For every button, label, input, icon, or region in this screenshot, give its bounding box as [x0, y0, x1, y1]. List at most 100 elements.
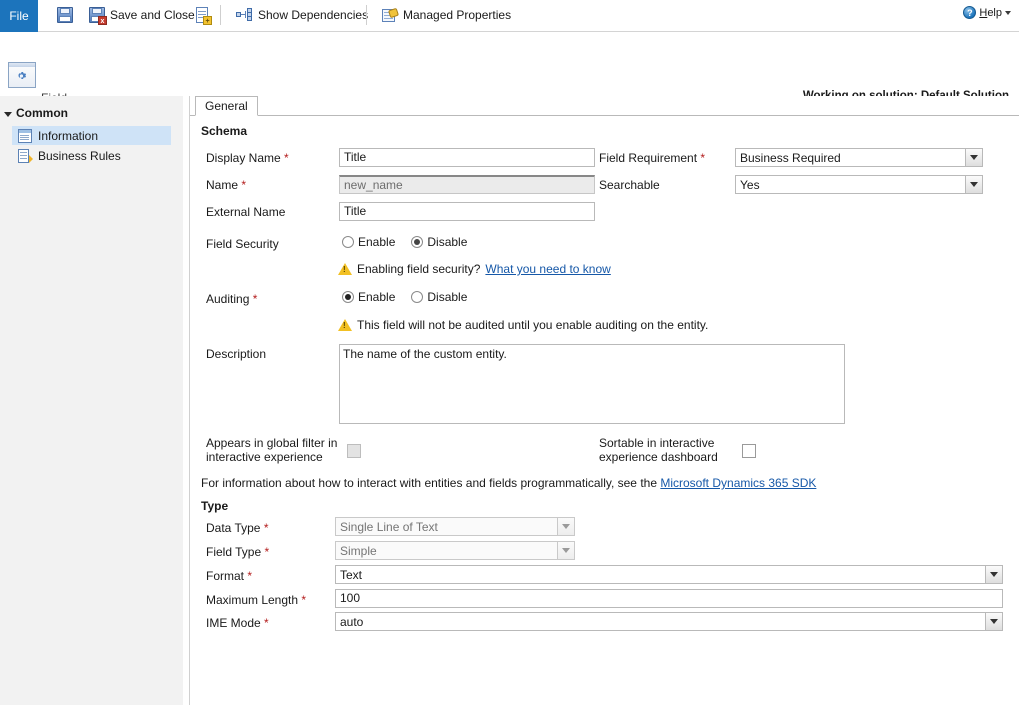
field-security-enable-option[interactable]: Enable — [342, 235, 395, 249]
managed-properties-button[interactable]: Managed Properties — [377, 0, 516, 30]
field-type-label: Field Type * — [206, 545, 270, 559]
auditing-label: Auditing * — [206, 292, 258, 306]
auditing-enable-option[interactable]: Enable — [342, 290, 395, 304]
description-label: Description — [206, 347, 267, 361]
managed-properties-label: Managed Properties — [403, 8, 512, 22]
name-input: new_name — [339, 175, 595, 194]
searchable-select[interactable]: Yes — [735, 175, 983, 194]
sidebar-group-common[interactable]: Common — [4, 106, 68, 120]
field-security-disable-option[interactable]: Disable — [411, 235, 467, 249]
required-asterisk: * — [697, 151, 706, 165]
save-and-close-icon: x — [89, 7, 107, 25]
schema-section-title: Schema — [201, 124, 248, 138]
toolbar-separator-1 — [220, 5, 221, 25]
data-type-label: Data Type * — [206, 521, 269, 535]
file-tab-label: File — [9, 9, 29, 23]
field-type-select: Simple — [335, 541, 575, 560]
show-dependencies-label: Show Dependencies — [258, 8, 369, 22]
required-asterisk: * — [249, 292, 258, 306]
auditing-warning: This field will not be audited until you… — [338, 318, 708, 332]
maximum-length-label: Maximum Length * — [206, 593, 307, 607]
dropdown-arrow-icon — [557, 542, 574, 559]
external-name-label: External Name — [206, 205, 286, 219]
tab-label: General — [205, 99, 248, 113]
sortable-checkbox[interactable] — [742, 444, 756, 458]
help-icon: ? — [963, 6, 977, 19]
field-security-warning-text: Enabling field security? — [357, 262, 481, 276]
radio-icon — [411, 236, 424, 248]
field-security-enable-label: Enable — [358, 235, 396, 249]
sdk-note-text: For information about how to interact wi… — [201, 476, 657, 490]
auditing-warning-text: This field will not be audited until you… — [357, 318, 709, 332]
tab-general[interactable]: General — [195, 96, 258, 116]
format-label: Format * — [206, 569, 253, 583]
auditing-enable-label: Enable — [358, 290, 396, 304]
ime-mode-select[interactable]: auto — [335, 612, 1003, 631]
sidebar-item-label: Business Rules — [38, 148, 121, 163]
radio-icon — [342, 291, 354, 303]
warning-icon — [338, 319, 352, 331]
type-section-title: Type — [201, 499, 229, 513]
required-asterisk: * — [298, 593, 307, 607]
dropdown-arrow-icon — [965, 149, 982, 166]
external-name-input[interactable]: Title — [339, 202, 595, 221]
save-and-close-button[interactable]: x Save and Close — [84, 0, 200, 30]
help-label: Help — [979, 6, 1002, 19]
required-asterisk: * — [238, 178, 247, 192]
page-header: Field Name of Ticket Working on solution… — [0, 33, 1019, 124]
data-type-value: Single Line of Text — [340, 519, 438, 534]
tabstrip: General — [190, 96, 1019, 116]
global-filter-label: Appears in global filter in interactive … — [206, 436, 338, 464]
ime-mode-value: auto — [340, 614, 364, 629]
managed-properties-icon — [382, 7, 400, 23]
information-icon — [18, 128, 32, 143]
field-type-value: Simple — [340, 543, 377, 558]
sidebar-item-business-rules[interactable]: Business Rules — [12, 146, 171, 165]
maximum-length-input[interactable]: 100 — [335, 589, 1003, 608]
field-security-radio-group: Enable Disable — [342, 235, 467, 249]
chevron-down-icon — [4, 111, 12, 117]
ribbon-toolbar: File x Save and Close + Show Dependencie… — [0, 0, 1019, 32]
required-asterisk: * — [260, 521, 269, 535]
required-asterisk: * — [261, 545, 270, 559]
required-asterisk: * — [244, 569, 253, 583]
tabstrip-baseline — [190, 115, 1019, 116]
dropdown-arrow-icon — [557, 518, 574, 535]
auditing-radio-group: Enable Disable — [342, 290, 467, 304]
sortable-label: Sortable in interactive experience dashb… — [599, 436, 718, 464]
file-tab[interactable]: File — [0, 0, 38, 32]
field-security-disable-label: Disable — [427, 235, 468, 249]
save-button[interactable] — [52, 0, 78, 30]
sidebar-group-label: Common — [16, 106, 68, 120]
field-requirement-select[interactable]: Business Required — [735, 148, 983, 167]
dropdown-arrow-icon — [965, 176, 982, 193]
chevron-down-icon — [1005, 10, 1011, 15]
help-button[interactable]: ? Help — [963, 6, 1011, 19]
sdk-note: For information about how to interact wi… — [201, 476, 816, 490]
field-icon — [8, 62, 36, 88]
radio-icon — [342, 236, 354, 248]
show-dependencies-button[interactable]: Show Dependencies — [231, 0, 373, 30]
global-filter-checkbox — [347, 444, 361, 458]
field-requirement-value: Business Required — [740, 150, 841, 165]
required-asterisk: * — [260, 616, 269, 630]
sidebar-item-information[interactable]: Information — [12, 126, 171, 145]
toolbar-separator-2 — [366, 5, 367, 25]
field-security-label: Field Security — [206, 237, 279, 251]
main-content: General Schema Display Name * Title Fiel… — [190, 96, 1019, 705]
field-requirement-label: Field Requirement * — [599, 151, 706, 165]
description-textarea[interactable]: The name of the custom entity. — [339, 344, 845, 424]
sidebar: Common Information Business Rules — [0, 96, 183, 705]
field-security-help-link[interactable]: What you need to know — [485, 262, 610, 276]
display-name-input[interactable]: Title — [339, 148, 595, 167]
auditing-disable-option[interactable]: Disable — [411, 290, 467, 304]
new-record-icon: + — [194, 7, 212, 25]
sdk-link[interactable]: Microsoft Dynamics 365 SDK — [660, 476, 816, 490]
ime-mode-label: IME Mode * — [206, 616, 269, 630]
format-select[interactable]: Text — [335, 565, 1003, 584]
show-dependencies-icon — [236, 8, 253, 22]
save-and-close-label: Save and Close — [110, 8, 195, 22]
new-button[interactable]: + — [189, 0, 215, 30]
save-icon — [57, 7, 73, 23]
radio-icon — [411, 291, 424, 303]
